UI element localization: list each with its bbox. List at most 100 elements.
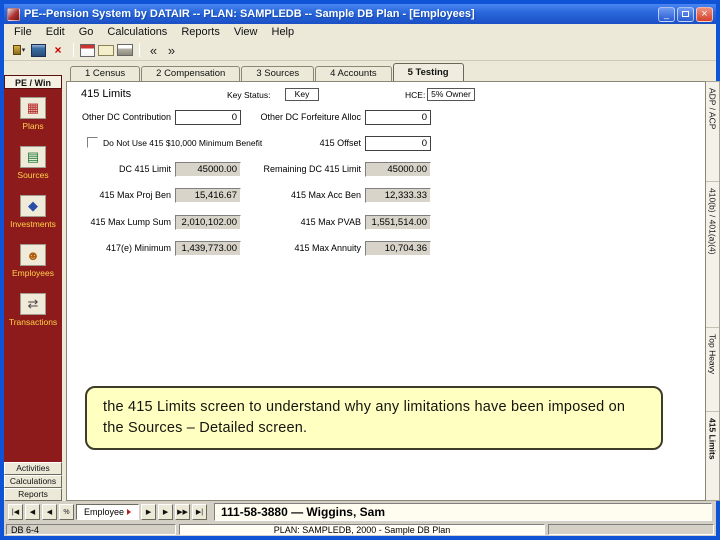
right-tab-top-heavy[interactable]: Top Heavy (706, 328, 719, 412)
navigate-icon[interactable]: ▾ (10, 42, 28, 58)
right-tab-415-limits[interactable]: 415 Limits (706, 412, 719, 502)
sidebar-item-investments[interactable]: ◆ Investments (4, 195, 62, 244)
sidebar-header: PE / Win (4, 75, 62, 89)
first-record-button[interactable]: |◀ (8, 504, 23, 520)
menu-item-reports[interactable]: Reports (174, 25, 227, 39)
tab-accounts[interactable]: 4 Accounts (315, 66, 392, 81)
title-bar: PE--Pension System by DATAIR -- PLAN: SA… (4, 4, 716, 24)
percent-button[interactable]: % (59, 504, 74, 520)
delete-icon[interactable]: × (49, 42, 67, 58)
forward-icon[interactable]: » (164, 42, 179, 58)
mail-icon[interactable] (98, 44, 114, 56)
plans-icon: ▦ (20, 97, 46, 119)
calendar-icon[interactable] (80, 43, 95, 57)
field-label: 415 Max Acc Ben (290, 190, 361, 200)
remaining-dc-415-limit-field: 45000.00 (365, 162, 431, 177)
window-title: PE--Pension System by DATAIR -- PLAN: SA… (24, 8, 475, 20)
restore-icon (682, 11, 689, 17)
sidebar-item-employees[interactable]: ☻ Employees (4, 244, 62, 293)
other-dc-forfeiture-field[interactable]: 0 (365, 110, 431, 125)
max-pvab-field: 1,551,514.00 (365, 215, 431, 230)
restore-button[interactable] (677, 6, 694, 22)
menu-item-calculations[interactable]: Calculations (100, 25, 174, 39)
field-label: 415 Max Lump Sum (90, 217, 171, 227)
save-icon[interactable] (31, 43, 46, 57)
field-label: 415 Max Annuity (294, 243, 361, 253)
reports-button[interactable]: Reports (4, 488, 62, 501)
max-proj-ben-field: 15,416.67 (175, 188, 241, 203)
status-bar: DB 6-4 PLAN: SAMPLEDB, 2000 - Sample DB … (4, 523, 716, 536)
min-benefit-checkbox[interactable] (87, 137, 98, 148)
field-label: Other DC Contribution (81, 112, 171, 122)
status-empty (548, 524, 714, 535)
prev-record-button[interactable]: ◀ (25, 504, 40, 520)
fast-forward-record-button[interactable]: ▶▶ (175, 504, 191, 520)
app-window: PE--Pension System by DATAIR -- PLAN: SA… (0, 0, 720, 540)
hce-label: HCE: (405, 90, 426, 100)
menu-item-view[interactable]: View (227, 25, 265, 39)
417e-minimum-field: 1,439,773.00 (175, 241, 241, 256)
close-button[interactable]: × (696, 6, 713, 22)
min-benefit-checkbox-label: Do Not Use 415 $10,000 Minimum Benefit (103, 138, 263, 148)
max-acc-ben-field: 12,333.33 (365, 188, 431, 203)
employee-selector-button[interactable]: Employee (76, 504, 140, 520)
toolbar-separator (73, 43, 74, 57)
minimize-button[interactable]: _ (658, 6, 675, 22)
tab-strip: 1 Census 2 Compensation 3 Sources 4 Acco… (66, 63, 464, 81)
field-label: 415 Offset (319, 138, 361, 148)
print-icon[interactable] (117, 44, 133, 56)
field-label: Remaining DC 415 Limit (263, 164, 361, 174)
tab-sources[interactable]: 3 Sources (241, 66, 315, 81)
back-icon[interactable]: « (146, 42, 161, 58)
field-label: Other DC Forfeiture Alloc (260, 112, 361, 122)
tab-testing[interactable]: 5 Testing (392, 63, 464, 81)
status-left: DB 6-4 (6, 524, 176, 535)
main-panel: 415 Limits Key Status: Key HCE: 5% Owner… (66, 81, 706, 501)
last-record-button[interactable]: ▶| (192, 504, 208, 520)
sidebar-bottom-buttons: Activities Calculations Reports (4, 462, 62, 501)
sidebar-item-label: Plans (22, 121, 44, 131)
employee-selector-label: Employee (84, 507, 125, 517)
current-employee-record: 111-58-3880 — Wiggins, Sam (214, 503, 712, 521)
prev-record-button-2[interactable]: ◀ (42, 504, 57, 520)
max-lump-sum-field: 2,010,102.00 (175, 215, 241, 230)
tab-compensation[interactable]: 2 Compensation (141, 66, 241, 81)
sidebar-item-label: Transactions (8, 317, 58, 327)
menu-item-file[interactable]: File (7, 25, 39, 39)
field-label: 417(e) Minimum (105, 243, 171, 253)
next-record-button[interactable]: ▶ (141, 504, 157, 520)
record-nav-bar: |◀ ◀ ◀ % Employee ▶ ▶ ▶▶ ▶| 111-58-3880 … (4, 501, 716, 523)
bookmark-icon (12, 45, 21, 55)
max-annuity-field: 10,704.36 (365, 241, 431, 256)
tab-census[interactable]: 1 Census (70, 66, 141, 81)
field-label: DC 415 Limit (118, 164, 171, 174)
field-label: 415 Max Proj Ben (99, 190, 171, 200)
toolbar-separator (139, 43, 140, 57)
menu-bar: File Edit Go Calculations Reports View H… (4, 24, 716, 40)
key-status-value: Key (285, 88, 319, 101)
transactions-icon: ⇄ (20, 293, 46, 315)
page-title: 415 Limits (81, 88, 132, 100)
activities-button[interactable]: Activities (4, 462, 62, 475)
sidebar-item-transactions[interactable]: ⇄ Transactions (4, 293, 62, 342)
calculations-button[interactable]: Calculations (4, 475, 62, 488)
app-icon (7, 7, 20, 21)
dc-415-limit-field: 45000.00 (175, 162, 241, 177)
tutorial-callout: the 415 Limits screen to understand why … (85, 386, 663, 451)
right-tab-410b-401a4[interactable]: 410(b) / 401(a)(4) (706, 182, 719, 328)
right-tab-adp-acp[interactable]: ADP / ACP (706, 82, 719, 182)
menu-item-edit[interactable]: Edit (39, 25, 72, 39)
other-dc-contribution-field[interactable]: 0 (175, 110, 241, 125)
sidebar-item-plans[interactable]: ▦ Plans (4, 97, 62, 146)
window-controls: _ × (658, 6, 713, 22)
menu-item-go[interactable]: Go (72, 25, 101, 39)
sidebar-item-sources[interactable]: ▤ Sources (4, 146, 62, 195)
status-plan: PLAN: SAMPLEDB, 2000 - Sample DB Plan (179, 524, 545, 535)
sidebar-items: ▦ Plans ▤ Sources ◆ Investments ☻ Employ… (4, 89, 62, 462)
sidebar-item-label: Investments (10, 219, 56, 229)
next-record-button-2[interactable]: ▶ (158, 504, 174, 520)
investments-icon: ◆ (20, 195, 46, 217)
dropdown-arrow-icon: ▾ (21, 47, 26, 54)
menu-item-help[interactable]: Help (265, 25, 302, 39)
415-offset-field[interactable]: 0 (365, 136, 431, 151)
